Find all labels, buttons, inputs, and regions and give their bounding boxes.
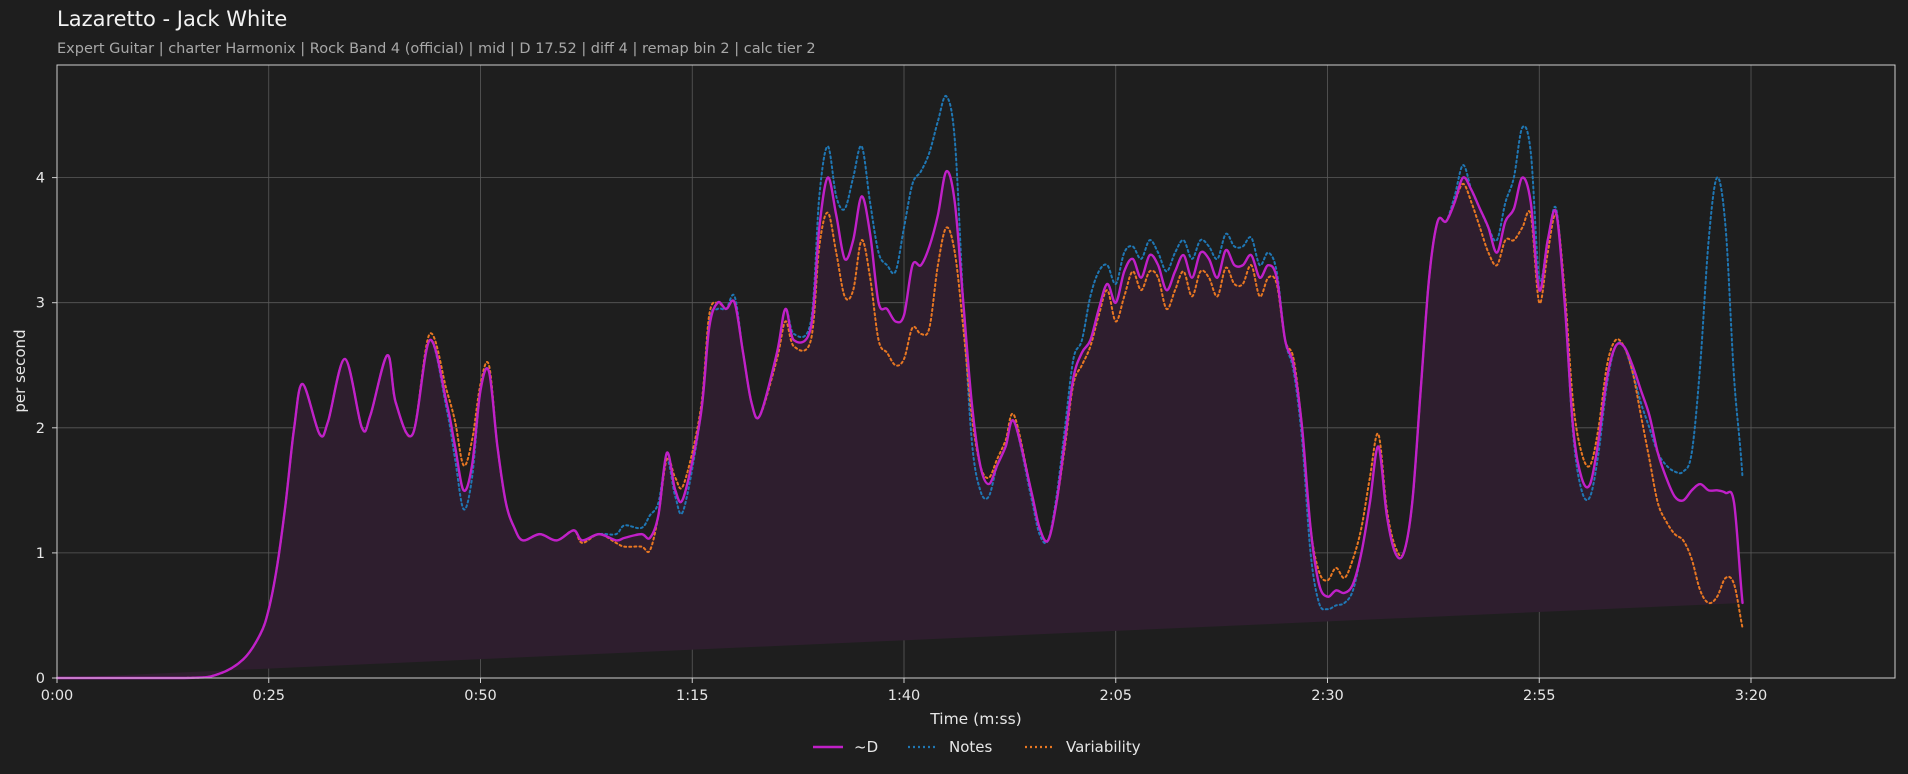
x-axis-label: Time (m:ss) <box>929 710 1021 728</box>
chart-svg: 0:00 0:25 0:50 1:15 1:40 2:05 2:30 2:55 3:20 0 1 2 3… <box>11 64 1896 728</box>
y-tick-label: 1 <box>36 546 45 562</box>
x-tick-label: 2:30 <box>1311 688 1344 704</box>
legend-label-d: ~D <box>854 738 878 756</box>
legend-item-d: ~D <box>813 738 878 756</box>
legend: ~D Notes Variability <box>813 738 1141 756</box>
y-tick-label: 0 <box>36 671 45 687</box>
x-tick-label: 0:00 <box>41 688 74 704</box>
y-tick-label: 3 <box>36 296 45 312</box>
legend-item-variability: Variability <box>1025 738 1141 756</box>
series-area-d <box>57 171 1743 679</box>
legend-item-notes: Notes <box>908 738 993 756</box>
fill-layer <box>57 171 1743 679</box>
x-tick-label: 0:25 <box>252 688 285 704</box>
y-tick-label: 4 <box>36 171 45 187</box>
x-tick-label: 1:15 <box>676 688 709 704</box>
legend-label-variability: Variability <box>1066 738 1141 756</box>
y-axis-label: per second <box>11 329 29 412</box>
x-tick-label: 3:20 <box>1735 688 1768 704</box>
x-tick-label: 2:05 <box>1099 688 1132 704</box>
legend-label-notes: Notes <box>949 738 993 756</box>
x-tick-label: 2:55 <box>1523 688 1556 704</box>
y-tick-label: 2 <box>36 421 45 437</box>
x-tick-label: 1:40 <box>888 688 921 704</box>
x-tick-label: 0:50 <box>464 688 497 704</box>
